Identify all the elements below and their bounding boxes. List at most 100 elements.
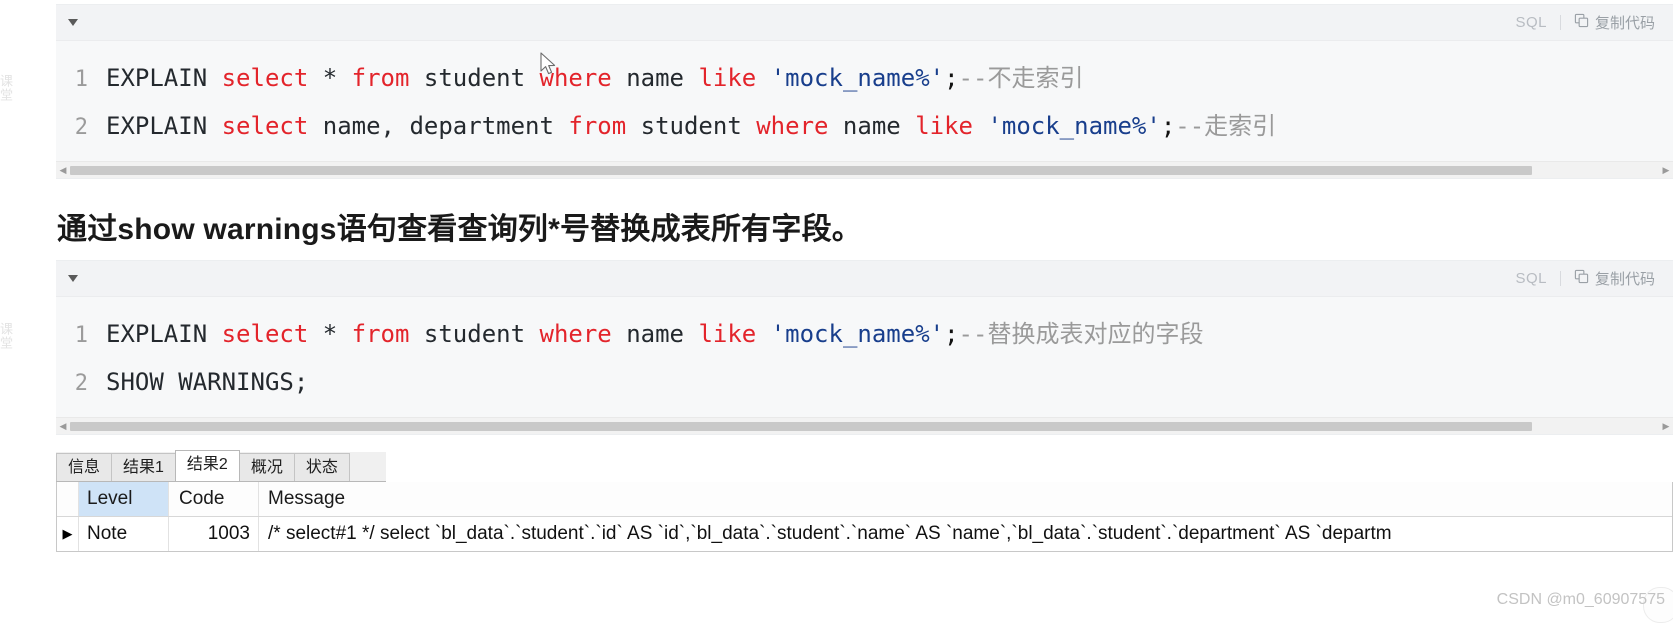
copy-code-label-1: 复制代码 bbox=[1594, 15, 1655, 32]
code-line: 2 EXPLAIN select name, department from st… bbox=[56, 103, 1673, 151]
tab-概况[interactable]: 概况 bbox=[238, 453, 295, 481]
code-text: EXPLAIN select * from student where name… bbox=[106, 55, 1083, 101]
section-paragraph: 通过show warnings语句查看查询列*号替换成表所有字段。 bbox=[57, 213, 862, 246]
tab-结果2[interactable]: 结果2 bbox=[174, 450, 240, 481]
scroll-track-2[interactable] bbox=[70, 421, 1659, 431]
line-number: 1 bbox=[74, 323, 88, 348]
warnings-grid: Level Code Message ▶ Note 1003 /* select… bbox=[56, 482, 1673, 552]
token-plain: SHOW WARNINGS; bbox=[106, 368, 309, 396]
edge-watermark-top: 课堂 bbox=[0, 74, 13, 102]
copy-code-button-2[interactable]: 复制代码 bbox=[1574, 268, 1655, 289]
token-keyword: from bbox=[568, 112, 627, 140]
line-number: 2 bbox=[74, 115, 88, 140]
collapse-caret-icon[interactable] bbox=[68, 19, 78, 26]
code-text: EXPLAIN select * from student where name… bbox=[106, 311, 1203, 357]
token-plain: student bbox=[409, 320, 540, 348]
token-plain: * bbox=[308, 64, 352, 92]
cell-code[interactable]: 1003 bbox=[169, 517, 259, 551]
code-block-2-toolbar: SQL 复制代码 bbox=[56, 261, 1673, 297]
tab-信息[interactable]: 信息 bbox=[56, 453, 113, 481]
code-block-1-scrollbar[interactable]: ◀ ▶ bbox=[56, 161, 1673, 178]
token-keyword: like bbox=[915, 112, 973, 140]
grid-header-marker bbox=[57, 482, 79, 516]
token-string: 'mock_name%' bbox=[770, 64, 945, 92]
token-keyword: select bbox=[221, 112, 309, 140]
token-string: 'mock_name%' bbox=[770, 320, 945, 348]
scroll-left-arrow-icon-2[interactable]: ◀ bbox=[56, 421, 70, 431]
column-header-message[interactable]: Message bbox=[259, 482, 1672, 516]
toolbar-divider-2 bbox=[1559, 271, 1561, 286]
tab-结果1[interactable]: 结果1 bbox=[111, 453, 176, 481]
token-keyword: select bbox=[221, 320, 309, 348]
code-block-1-toolbar: SQL 复制代码 bbox=[56, 5, 1673, 41]
token-plain: name bbox=[611, 320, 699, 348]
collapse-caret-icon-2[interactable] bbox=[68, 275, 78, 282]
code-block-2-scrollbar[interactable]: ◀ ▶ bbox=[56, 417, 1673, 434]
token-plain: EXPLAIN bbox=[106, 320, 222, 348]
column-header-code[interactable]: Code bbox=[169, 482, 259, 516]
scroll-right-arrow-icon-1[interactable]: ▶ bbox=[1659, 165, 1673, 175]
copy-icon-2 bbox=[1574, 269, 1589, 288]
token-plain: EXPLAIN bbox=[106, 112, 222, 140]
edge-watermark-bottom: 课堂 bbox=[0, 322, 13, 350]
token-keyword: select bbox=[221, 64, 309, 92]
scroll-thumb-1[interactable] bbox=[70, 165, 1532, 175]
token-plain: * bbox=[308, 320, 352, 348]
token-keyword: where bbox=[539, 64, 612, 92]
code-line: 1 EXPLAIN select * from student where nam… bbox=[56, 55, 1673, 103]
line-number: 2 bbox=[74, 371, 88, 396]
token-keyword: where bbox=[756, 112, 829, 140]
token-keyword: like bbox=[698, 320, 757, 348]
result-pane: 信息 结果1 结果2 概况 状态 Level Code Message ▶ Note 1… bbox=[56, 450, 1673, 552]
code-language-label-1: SQL bbox=[1515, 14, 1547, 31]
table-row[interactable]: ▶ Note 1003 /* select#1 */ select `bl_da… bbox=[57, 517, 1672, 551]
token-punct: ; bbox=[944, 320, 959, 348]
scroll-thumb-2[interactable] bbox=[70, 421, 1532, 431]
code-text: SHOW WARNINGS; bbox=[106, 359, 308, 405]
grid-header-row: Level Code Message bbox=[57, 482, 1672, 517]
copy-icon bbox=[1574, 13, 1589, 32]
token-plain: EXPLAIN bbox=[106, 64, 222, 92]
code-block-1: SQL 复制代码 1 EXPLAIN select * from student … bbox=[56, 4, 1673, 179]
row-marker-icon: ▶ bbox=[57, 517, 79, 551]
token-keyword: from bbox=[351, 320, 410, 348]
code-text: EXPLAIN select name, department from stu… bbox=[106, 103, 1276, 149]
scroll-right-arrow-icon-2[interactable]: ▶ bbox=[1659, 421, 1673, 431]
code-line: 2 SHOW WARNINGS; bbox=[56, 359, 1673, 407]
code-block-2-body[interactable]: 1 EXPLAIN select * from student where nam… bbox=[56, 297, 1673, 417]
tab-状态[interactable]: 状态 bbox=[293, 453, 350, 481]
result-tabs: 信息 结果1 结果2 概况 状态 bbox=[56, 450, 386, 482]
cell-message[interactable]: /* select#1 */ select `bl_data`.`student… bbox=[259, 517, 1672, 551]
code-line: 1 EXPLAIN select * from student where nam… bbox=[56, 311, 1673, 359]
token-plain: name bbox=[828, 112, 916, 140]
token-comment: --替换成表对应的字段 bbox=[958, 320, 1204, 348]
code-block-2: SQL 复制代码 1 EXPLAIN select * from student … bbox=[56, 260, 1673, 435]
csdn-watermark: CSDN @m0_60907575 bbox=[1496, 591, 1665, 608]
token-string: 'mock_name%' bbox=[987, 112, 1161, 140]
line-number: 1 bbox=[74, 67, 88, 92]
scroll-left-arrow-icon-1[interactable]: ◀ bbox=[56, 165, 70, 175]
copy-code-button-1[interactable]: 复制代码 bbox=[1574, 12, 1655, 33]
token-keyword: from bbox=[351, 64, 410, 92]
token-comment: --走索引 bbox=[1175, 112, 1277, 140]
toolbar-divider-1 bbox=[1559, 15, 1561, 30]
copy-code-label-2: 复制代码 bbox=[1594, 271, 1655, 288]
code-lines-2: 1 EXPLAIN select * from student where nam… bbox=[56, 311, 1673, 407]
token-keyword: where bbox=[539, 320, 612, 348]
token-plain: student bbox=[409, 64, 540, 92]
token-plain: name, department bbox=[308, 112, 569, 140]
token-plain: student bbox=[626, 112, 757, 140]
token-punct: ; bbox=[944, 64, 959, 92]
token-punct: ; bbox=[1160, 112, 1176, 140]
token-keyword: like bbox=[698, 64, 757, 92]
token-plain: name bbox=[611, 64, 699, 92]
token-comment: --不走索引 bbox=[958, 64, 1084, 92]
cell-level[interactable]: Note bbox=[79, 517, 169, 551]
column-header-level[interactable]: Level bbox=[79, 482, 169, 516]
code-language-label-2: SQL bbox=[1515, 270, 1547, 287]
scroll-track-1[interactable] bbox=[70, 165, 1659, 175]
code-block-1-body[interactable]: 1 EXPLAIN select * from student where nam… bbox=[56, 41, 1673, 161]
